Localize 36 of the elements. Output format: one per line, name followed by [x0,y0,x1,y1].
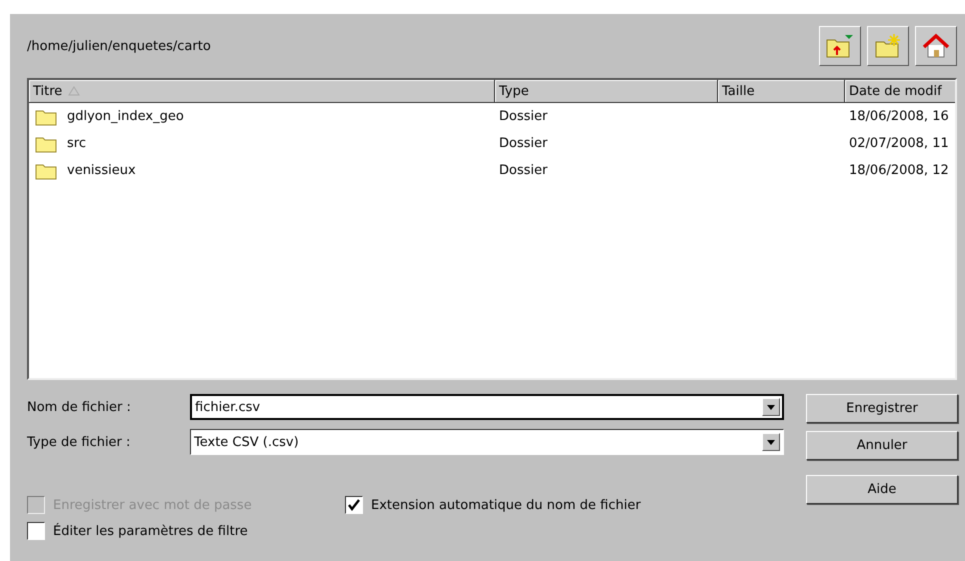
column-header[interactable]: Type [495,80,718,103]
dropdown-icon[interactable] [762,398,780,416]
dialog-button[interactable]: Enregistrer [806,394,958,423]
dialog-button[interactable]: Annuler [806,431,958,460]
field-label: Type de fichier : [27,434,130,450]
table-cell: Dossier [499,109,548,124]
file-name[interactable]: gdlyon_index_geo [67,109,184,124]
table-cell: 18/06/2008, 16 [849,109,949,124]
toolbar-button[interactable] [819,26,861,66]
checkbox[interactable] [345,496,363,514]
checkbox[interactable] [27,522,45,540]
file-name[interactable]: src [67,136,86,151]
column-header[interactable]: Titre [29,80,495,103]
folder-path: /home/julien/enquetes/carto [27,38,211,54]
toolbar-button[interactable] [915,26,957,66]
checkbox-label: Extension automatique du nom de fichier [371,498,641,512]
new-folder-icon [874,33,902,59]
folder-icon [35,134,57,152]
dialog-button[interactable]: Aide [806,475,958,504]
combo-field[interactable]: Texte CSV (.csv) [190,429,784,455]
field-label: Nom de fichier : [27,400,131,414]
file-name[interactable]: venissieux [67,163,136,178]
table-cell: 18/06/2008, 12 [849,163,949,178]
combo-field[interactable]: fichier.csv [190,394,784,420]
table-cell: Dossier [499,136,548,151]
folder-icon [35,162,57,180]
toolbar-button[interactable] [867,26,909,66]
column-header[interactable]: Taille [718,80,845,103]
folder-icon [35,108,57,126]
table-cell: Dossier [499,163,548,178]
folder-up-icon [825,33,855,59]
checkbox-label: Éditer les paramètres de filtre [53,524,248,538]
dropdown-icon[interactable] [762,433,780,451]
column-header[interactable]: Date de modif [845,80,955,103]
home-icon [922,33,950,59]
table-cell: 02/07/2008, 11 [849,136,949,151]
